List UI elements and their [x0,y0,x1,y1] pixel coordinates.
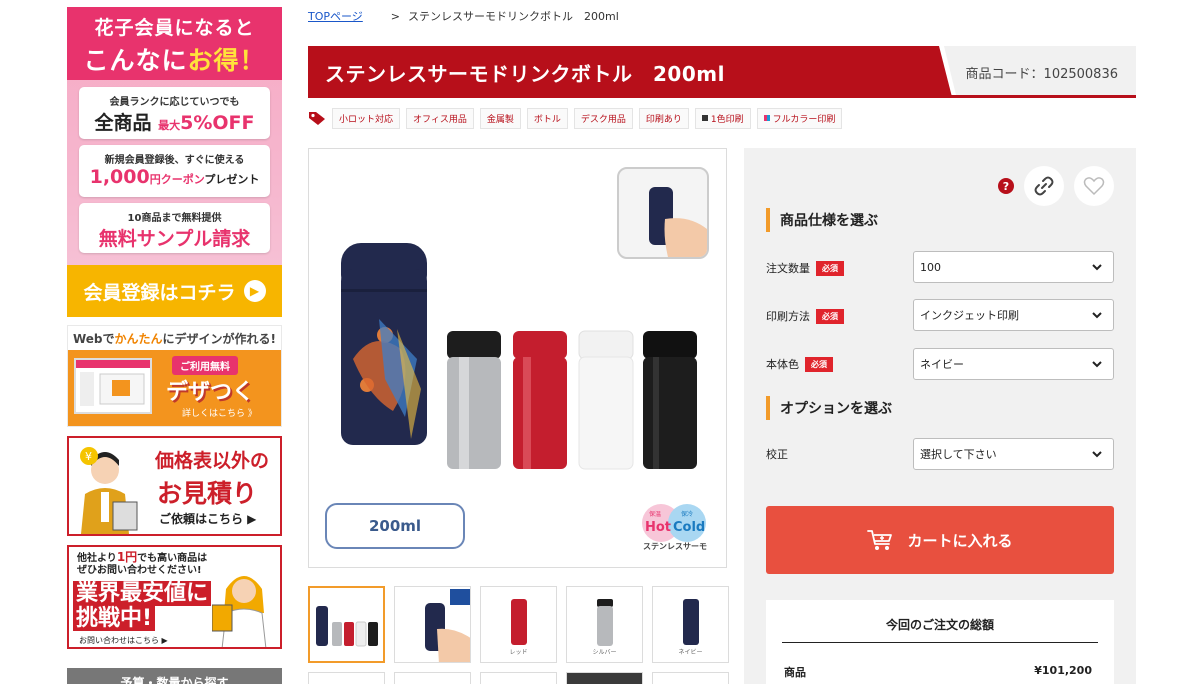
one-color-icon [701,115,708,121]
full-color-icon [763,115,770,121]
lowest-price-banner[interactable]: 他社より1円でも高い商品は ぜひお問い合わせください! 業界最安値に 挑戦中! お… [67,545,282,649]
spec-panel: ? 商品仕様を選ぶ 注文数量 必須 100 印刷方法 必須 インクジェット印刷 … [744,148,1136,684]
thumbnail-7[interactable] [394,672,471,684]
thumbnail-silver[interactable]: シルバー [566,586,643,663]
tag-full-color-print[interactable]: フルカラー印刷 [756,107,843,129]
tag-office[interactable]: オフィス用品 [406,107,474,129]
sidebar: 花子会員になると こんなにお得！ 会員ランクに応じていつでも 全商品 最大5%O… [67,7,282,649]
print-method-select[interactable]: インクジェット印刷 [913,299,1114,331]
breadcrumb: TOPページ > ステンレスサーモドリンクボトル 200ml [308,8,619,24]
quote-banner-line2: お見積り [157,479,258,508]
member-signup-button[interactable]: 会員登録はコチラ ▶ [67,265,282,317]
thumbnail-hand[interactable] [394,586,471,663]
product-title-bar: ステンレスサーモドリンクボトル 200ml 商品コード：102500836 [308,46,1136,98]
thumbnail-10[interactable] [652,672,729,684]
lowest-price-banner-cta: お問い合わせはこちら ▶ [79,636,168,645]
required-badge: 必須 [816,260,844,276]
body-color-select[interactable]: ネイビー [913,348,1114,380]
member-benefit-sample: 10商品まで無料提供 無料サンプル請求 [79,203,270,253]
thumbnail-strip-row2 [308,672,729,684]
thumbnail-lineup[interactable] [308,586,385,663]
thumbnail-9[interactable] [566,672,643,684]
quantity-select[interactable]: 100 [913,251,1114,283]
tag-printed[interactable]: 印刷あり [638,107,689,129]
order-total-title: 今回のご注文の総額 [885,618,994,632]
tag-bottle[interactable]: ボトル [526,107,568,129]
tag-desk[interactable]: デスク用品 [573,107,633,129]
size-label: 200ml [325,503,465,549]
svg-text:Cold: Cold [673,520,705,535]
breadcrumb-separator: > [390,10,401,23]
link-icon [1034,176,1054,196]
design-banner-headline: Webで かんたん にデザインが作れる! [68,326,281,350]
businessman-illustration: ¥ [80,447,138,534]
product-main-image[interactable]: 200ml 保温 保冷 Hot Cold ステンレスサーモ [308,148,727,568]
heart-icon [1083,177,1105,196]
proof-label: 校正 [766,448,788,461]
thumbnail-strip: レッド シルバー ネイビー [308,586,729,663]
chevron-down-icon [1092,312,1102,319]
breadcrumb-current: ステンレスサーモドリンクボトル 200ml [408,10,619,23]
play-arrow-icon: ▶ [243,280,266,302]
order-total-item-value: ¥101,200 [1034,664,1092,677]
lowest-price-banner-headline: 業界最安値に 挑戦中! [73,581,212,631]
quote-banner-cta: ご依頼はこちら ▶ [159,512,257,526]
design-tool-banner[interactable]: Webで かんたん にデザインが作れる! ご利用無料 デザつく 詳しくはこちら 》 [67,325,282,427]
print-method-label: 印刷方法 必須 [766,308,844,324]
required-badge: 必須 [805,356,833,372]
svg-text:保温: 保温 [649,510,661,518]
hand-holding-inset [617,167,709,259]
design-banner-more-link: 詳しくはこちら 》 [182,409,257,419]
tag-metal[interactable]: 金属製 [479,107,521,129]
member-benefit-discount: 会員ランクに応じていつでも 全商品 最大5%OFF [79,87,270,139]
thumbnail-6[interactable] [308,672,385,684]
quantity-label: 注文数量 必須 [766,260,844,276]
search-by-budget-button[interactable]: 予算・数量から探す [67,668,282,684]
cart-icon [867,530,893,550]
thumbnail-red[interactable]: レッド [480,586,557,663]
tag-icon [309,112,325,125]
action-icons: ? [998,166,1114,206]
breadcrumb-home-link[interactable]: TOPページ [308,10,363,23]
member-banner-header: 花子会員になると こんなにお得！ [67,7,282,80]
hot-cold-caption: ステンレスサーモ [643,542,707,551]
help-icon[interactable]: ? [998,178,1014,194]
order-total-box: 今回のご注文の総額 商品 ¥101,200 [766,600,1114,684]
lowest-price-banner-note: 他社より1円でも高い商品は ぜひお問い合わせください! [77,550,208,576]
required-badge: 必須 [816,308,844,324]
proof-select[interactable]: 選択して下さい [913,438,1114,470]
member-banner-subheadline: こんなにお得！ [83,46,266,75]
svg-text:保冷: 保冷 [681,510,693,518]
favorite-button[interactable] [1074,166,1114,206]
quote-request-banner[interactable]: ¥ 価格表以外の お見積り ご依頼はこちら ▶ [67,436,282,536]
product-page: 花子会員になると こんなにお得！ 会員ランクに応じていつでも 全商品 最大5%O… [0,0,1200,684]
body-color-label: 本体色 必須 [766,356,833,372]
page-title: ステンレスサーモドリンクボトル 200ml [325,62,725,86]
order-total-item-label: 商品 [784,666,806,679]
thumbnail-8[interactable] [480,672,557,684]
product-code: 商品コード：102500836 [965,67,1118,82]
member-banner-headline: 花子会員になると [94,17,255,39]
copy-link-button[interactable] [1024,166,1064,206]
chevron-down-icon [1092,264,1102,271]
free-badge: ご利用無料 [172,356,238,375]
svg-text:¥: ¥ [85,450,92,463]
member-signup-banner[interactable]: 花子会員になると こんなにお得！ 会員ランクに応じていつでも 全商品 最大5%O… [67,7,282,317]
tag-one-color-print[interactable]: 1色印刷 [694,107,751,129]
chevron-down-icon [1092,451,1102,458]
thumbnail-navy[interactable]: ネイビー [652,586,729,663]
section-options: オプションを選ぶ [766,396,892,420]
tag-small-lot[interactable]: 小ロット対応 [332,107,401,129]
staff-woman-illustration [212,576,267,647]
design-tool-logo: デザつく [166,380,255,405]
chevron-down-icon [1092,361,1102,368]
section-product-spec: 商品仕様を選ぶ [766,208,878,232]
product-tags: 小ロット対応 オフィス用品 金属製 ボトル デスク用品 印刷あり 1色印刷 フル… [308,107,843,129]
member-benefit-coupon: 新規会員登録後、すぐに使える 1,000円クーポンプレゼント [79,145,270,197]
svg-text:Hot: Hot [645,520,671,535]
design-tool-screenshot [74,358,152,414]
quote-banner-line1: 価格表以外の [155,450,270,472]
add-to-cart-button[interactable]: カートに入れる [766,506,1114,574]
order-total-divider [782,642,1098,643]
